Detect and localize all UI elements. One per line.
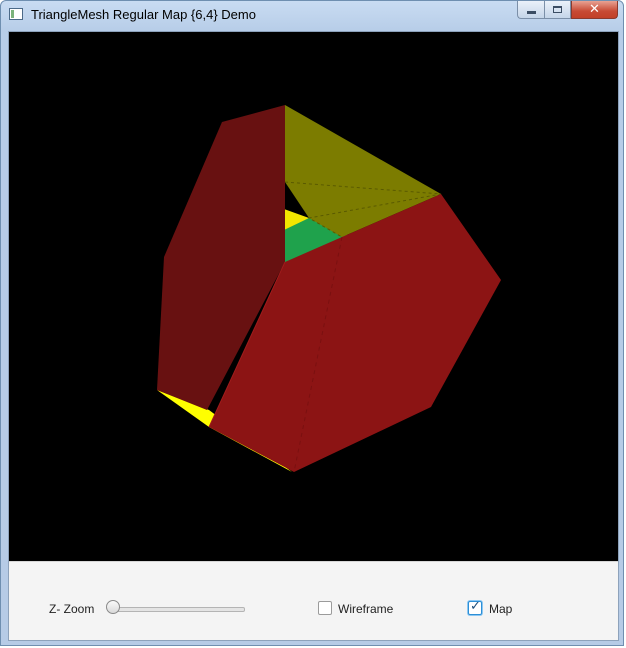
map-checkbox[interactable]: ✓ — [468, 599, 482, 615]
app-window: TriangleMesh Regular Map {6,4} Demo ✕ Z-… — [0, 0, 624, 646]
close-icon: ✕ — [589, 2, 600, 17]
window-title: TriangleMesh Regular Map {6,4} Demo — [31, 7, 256, 22]
close-button[interactable]: ✕ — [571, 1, 618, 19]
maximize-button[interactable] — [544, 1, 571, 19]
wireframe-label[interactable]: Wireframe — [338, 602, 393, 616]
map-label[interactable]: Map — [489, 602, 512, 616]
zoom-slider[interactable] — [112, 607, 245, 612]
zoom-slider-thumb[interactable] — [106, 600, 120, 614]
minimize-button[interactable] — [517, 1, 544, 19]
minimize-icon — [526, 11, 536, 14]
title-bar[interactable]: TriangleMesh Regular Map {6,4} Demo ✕ — [1, 1, 623, 31]
control-bar: Z- Zoom Wireframe ✓ Map — [9, 561, 618, 640]
wireframe-checkbox[interactable] — [318, 601, 332, 615]
checkmark-icon: ✓ — [470, 599, 481, 614]
client-area: Z- Zoom Wireframe ✓ Map — [8, 31, 619, 641]
app-icon[interactable] — [9, 8, 23, 20]
mesh-render — [157, 105, 501, 473]
window-buttons: ✕ — [517, 1, 618, 21]
maximize-icon — [553, 6, 562, 13]
zoom-label: Z- Zoom — [49, 602, 95, 616]
3d-scene-viewport[interactable] — [9, 32, 618, 561]
